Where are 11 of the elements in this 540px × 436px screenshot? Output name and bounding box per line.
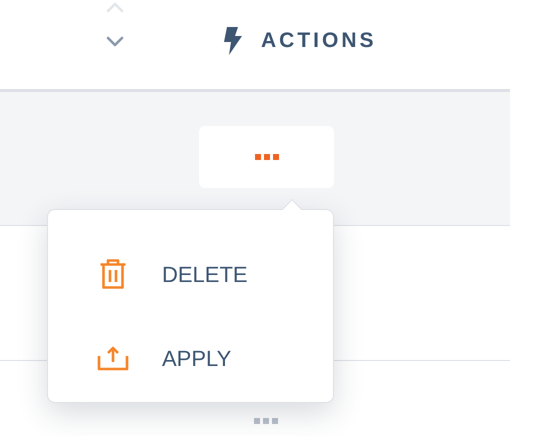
menu-item[interactable]: DELETE	[48, 232, 333, 316]
upload-icon	[96, 345, 128, 371]
menu-item[interactable]: APPLY	[48, 316, 333, 400]
more-icon	[254, 418, 278, 425]
sort-down-icon[interactable]	[106, 36, 124, 47]
lightning-icon	[222, 26, 244, 55]
sort-up-icon[interactable]	[106, 2, 124, 13]
more-icon	[254, 154, 278, 160]
trash-icon	[98, 258, 126, 290]
more-button[interactable]	[199, 126, 334, 188]
column-header: ACTIONS	[261, 28, 376, 54]
